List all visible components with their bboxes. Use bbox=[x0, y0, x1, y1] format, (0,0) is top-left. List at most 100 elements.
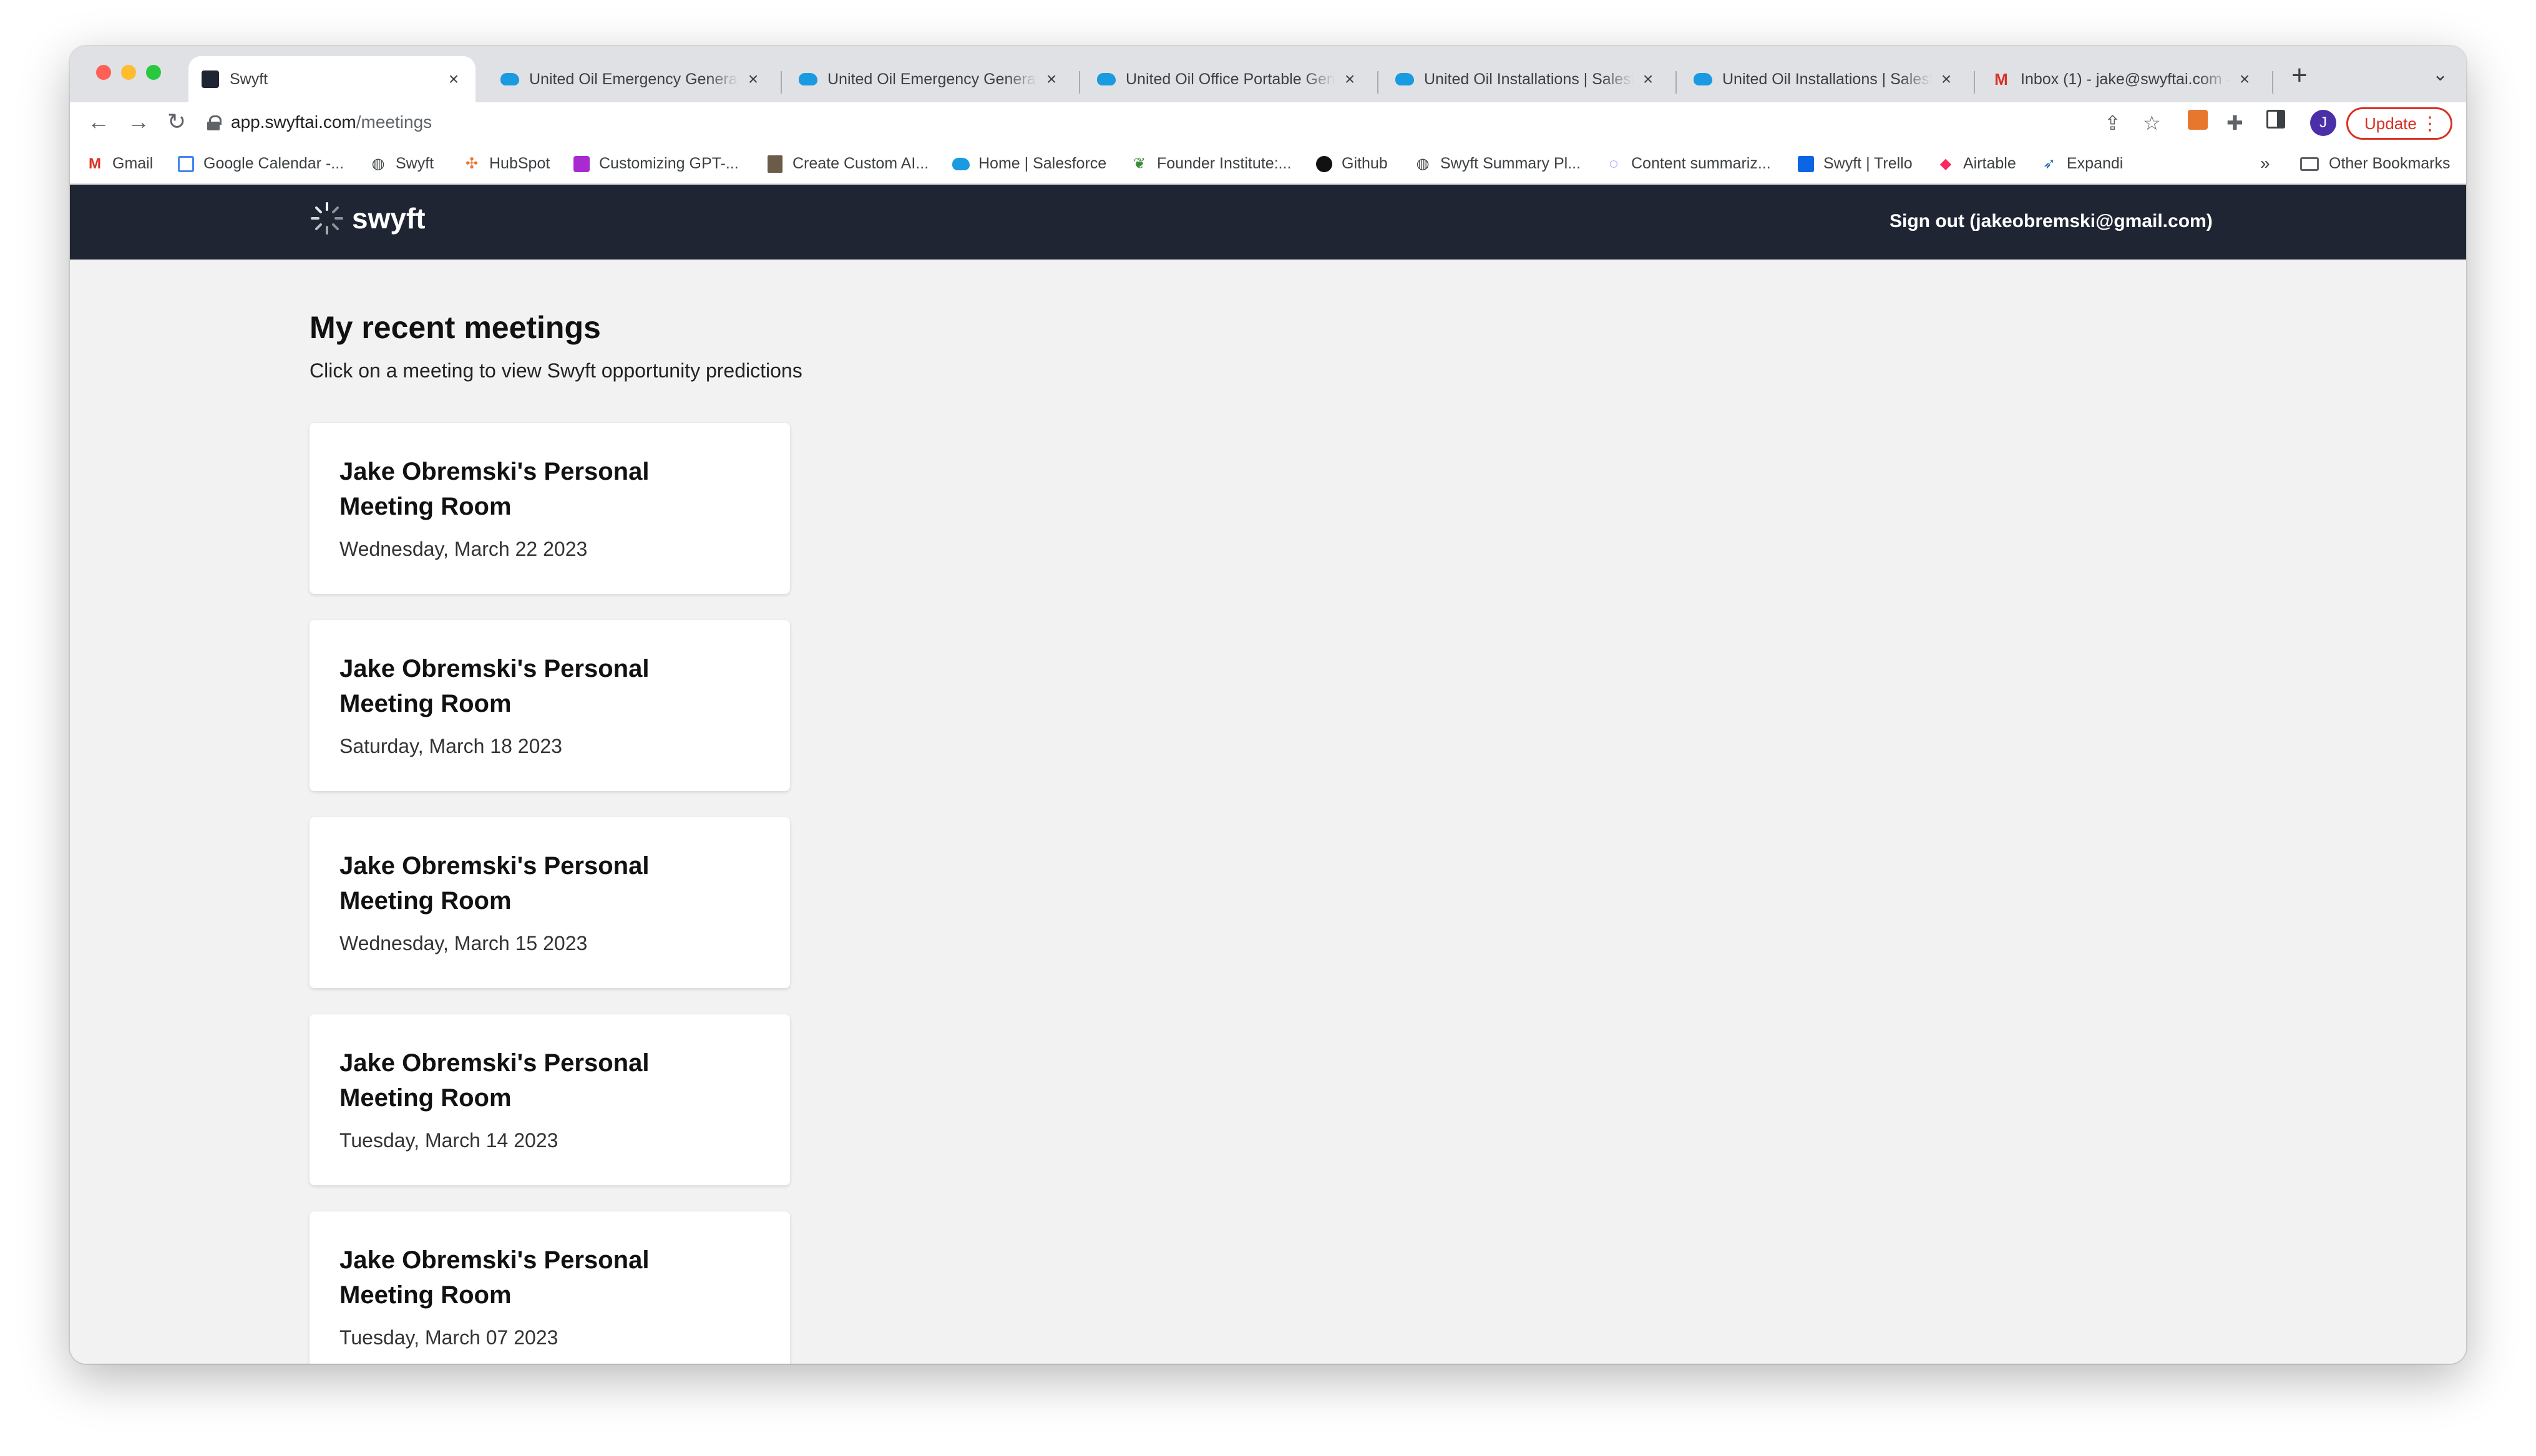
meeting-title: Jake Obremski's Personal Meeting Room bbox=[339, 1246, 650, 1309]
main-content: My recent meetings Click on a meeting to… bbox=[70, 260, 2466, 1364]
bookmark-swyft[interactable]: ◍ Swyft bbox=[369, 155, 434, 173]
tab-gmail[interactable]: M Inbox (1) - jake@swyftai.com - × bbox=[1979, 56, 2266, 102]
bookmark-airtable[interactable]: ◆ Airtable bbox=[1937, 155, 2016, 173]
meeting-card[interactable]: Jake Obremski's Personal Meeting Room We… bbox=[310, 817, 790, 988]
meeting-card[interactable]: Jake Obremski's Personal Meeting Room Sa… bbox=[310, 620, 790, 791]
bookmark-label: Gmail bbox=[112, 155, 154, 172]
close-tab-icon[interactable]: × bbox=[744, 69, 763, 89]
bookmark-github[interactable]: Github bbox=[1315, 155, 1388, 173]
tab-title: United Oil Emergency Generato bbox=[827, 70, 1037, 88]
update-button[interactable]: Update ⋮ bbox=[2346, 107, 2452, 140]
bookmark-label: Swyft | Trello bbox=[1823, 155, 1913, 172]
tab-swyft[interactable]: Swyft × bbox=[188, 56, 476, 102]
page-icon bbox=[766, 155, 784, 173]
swyft-favicon-icon bbox=[201, 70, 220, 89]
tab-separator bbox=[1974, 71, 1975, 94]
other-bookmarks-label: Other Bookmarks bbox=[2329, 155, 2451, 172]
salesforce-icon bbox=[1097, 70, 1116, 89]
bookmark-expandi[interactable]: ➶ Expandi bbox=[2041, 155, 2123, 173]
close-tab-icon[interactable]: × bbox=[2235, 69, 2254, 89]
browser-toolbar: ← → ↻ app.swyftai.com/meetings ⇪ ☆ ✚ J U… bbox=[70, 102, 2466, 145]
meeting-card[interactable]: Jake Obremski's Personal Meeting Room Tu… bbox=[310, 1014, 790, 1185]
folder-icon bbox=[2300, 157, 2319, 171]
meeting-date: Saturday, March 18 2023 bbox=[339, 735, 562, 757]
bookmarks-bar: M Gmail Google Calendar -... ◍ Swyft ✣ H… bbox=[70, 145, 2466, 185]
tab-separator bbox=[1079, 71, 1080, 94]
side-panel-icon[interactable] bbox=[2266, 110, 2285, 129]
bookmark-salesforce[interactable]: Home | Salesforce bbox=[952, 155, 1106, 173]
meeting-title: Jake Obremski's Personal Meeting Room bbox=[339, 1049, 650, 1112]
share-icon[interactable]: ⇪ bbox=[2104, 111, 2121, 135]
tab-salesforce[interactable]: United Oil Emergency Generato × bbox=[786, 56, 1073, 102]
close-tab-icon[interactable]: × bbox=[1042, 69, 1061, 89]
meeting-date: Wednesday, March 15 2023 bbox=[339, 932, 588, 954]
update-label: Update bbox=[2364, 114, 2417, 133]
globe-icon: ◍ bbox=[371, 155, 385, 172]
reload-icon[interactable]: ↻ bbox=[167, 109, 186, 135]
swyft-spinner-logo-icon bbox=[311, 202, 343, 235]
airtable-icon: ◆ bbox=[1939, 155, 1952, 172]
hubspot-extension-icon[interactable] bbox=[2188, 110, 2208, 130]
swirl-icon: ◌ bbox=[1609, 155, 1619, 172]
new-tab-plus-icon[interactable]: + bbox=[2291, 60, 2308, 91]
page-subtitle: Click on a meeting to view Swyft opportu… bbox=[310, 359, 802, 382]
gmail-icon: M bbox=[1994, 69, 2008, 89]
profile-avatar[interactable]: J bbox=[2310, 110, 2336, 136]
gmail-icon: M bbox=[89, 155, 101, 172]
maximize-window-button[interactable] bbox=[146, 65, 161, 80]
openai-icon bbox=[573, 155, 590, 173]
other-bookmarks-folder[interactable]: Other Bookmarks bbox=[2300, 155, 2451, 173]
bookmark-trello[interactable]: Swyft | Trello bbox=[1797, 155, 1913, 173]
bookmark-label: Github bbox=[1342, 155, 1388, 172]
close-tab-icon[interactable]: × bbox=[1639, 69, 1657, 89]
tab-salesforce[interactable]: United Oil Installations | Salesf × bbox=[1681, 56, 1968, 102]
bookmark-founder-institute[interactable]: ❦ Founder Institute:... bbox=[1131, 155, 1291, 173]
meeting-card[interactable]: Jake Obremski's Personal Meeting Room Tu… bbox=[310, 1211, 790, 1364]
bookmark-label: Founder Institute:... bbox=[1157, 155, 1292, 172]
browser-window: Swyft × United Oil Emergency Generato × … bbox=[70, 46, 2466, 1364]
meeting-title: Jake Obremski's Personal Meeting Room bbox=[339, 852, 650, 915]
bookmark-label: Swyft bbox=[396, 155, 434, 172]
close-window-button[interactable] bbox=[96, 65, 111, 80]
bookmark-swyft-summary[interactable]: ◍ Swyft Summary Pl... bbox=[1414, 155, 1581, 173]
forward-arrow-icon[interactable]: → bbox=[127, 109, 150, 135]
leaf-icon: ❦ bbox=[1133, 155, 1146, 172]
bookmark-content-summarizer[interactable]: ◌ Content summariz... bbox=[1605, 155, 1771, 173]
tab-salesforce[interactable]: United Oil Installations | Salesf × bbox=[1383, 56, 1670, 102]
tab-salesforce[interactable]: United Oil Office Portable Gene × bbox=[1085, 56, 1372, 102]
bookmark-customizing-gpt[interactable]: Customizing GPT-... bbox=[573, 155, 739, 173]
bookmark-hubspot[interactable]: ✣ HubSpot bbox=[463, 155, 550, 173]
salesforce-icon bbox=[952, 155, 970, 173]
sign-out-link[interactable]: Sign out (jakeobremski@gmail.com) bbox=[1890, 211, 2213, 232]
tab-title: United Oil Installations | Salesf bbox=[1722, 70, 1932, 88]
meeting-title: Jake Obremski's Personal Meeting Room bbox=[339, 655, 650, 717]
close-tab-icon[interactable]: × bbox=[1937, 69, 1956, 89]
rocket-icon: ➶ bbox=[2042, 155, 2056, 172]
tab-separator bbox=[1675, 71, 1677, 94]
swyft-logo[interactable]: swyft bbox=[310, 201, 426, 236]
bookmark-label: Airtable bbox=[1963, 155, 2016, 172]
bookmark-label: HubSpot bbox=[489, 155, 550, 172]
minimize-window-button[interactable] bbox=[121, 65, 136, 80]
bookmark-gmail[interactable]: M Gmail bbox=[86, 155, 153, 173]
close-tab-icon[interactable]: × bbox=[1340, 69, 1359, 89]
extensions-puzzle-icon[interactable]: ✚ bbox=[2226, 111, 2243, 135]
meeting-title: Jake Obremski's Personal Meeting Room bbox=[339, 458, 650, 520]
salesforce-icon bbox=[1395, 70, 1414, 89]
meeting-card[interactable]: Jake Obremski's Personal Meeting Room We… bbox=[310, 423, 790, 594]
bookmark-star-icon[interactable]: ☆ bbox=[2143, 111, 2161, 135]
tab-title: Swyft bbox=[230, 70, 268, 88]
app-header: swyft Sign out (jakeobremski@gmail.com) bbox=[70, 185, 2466, 260]
more-bookmarks-chevron-icon[interactable]: » bbox=[2260, 153, 2270, 173]
github-icon bbox=[1315, 155, 1333, 173]
bookmark-create-custom-ai[interactable]: Create Custom AI... bbox=[766, 155, 929, 173]
bookmark-google-calendar[interactable]: Google Calendar -... bbox=[177, 155, 344, 173]
back-arrow-icon[interactable]: ← bbox=[87, 109, 110, 135]
bookmark-label: Content summariz... bbox=[1631, 155, 1771, 172]
address-bar[interactable]: app.swyftai.com/meetings bbox=[207, 105, 2142, 140]
tab-search-chevron-icon[interactable]: ⌄ bbox=[2432, 64, 2448, 85]
close-tab-icon[interactable]: × bbox=[444, 69, 463, 89]
tab-salesforce[interactable]: United Oil Emergency Generato × bbox=[488, 56, 775, 102]
tab-title: Inbox (1) - jake@swyftai.com - bbox=[2021, 70, 2230, 88]
tab-separator bbox=[1377, 71, 1378, 94]
